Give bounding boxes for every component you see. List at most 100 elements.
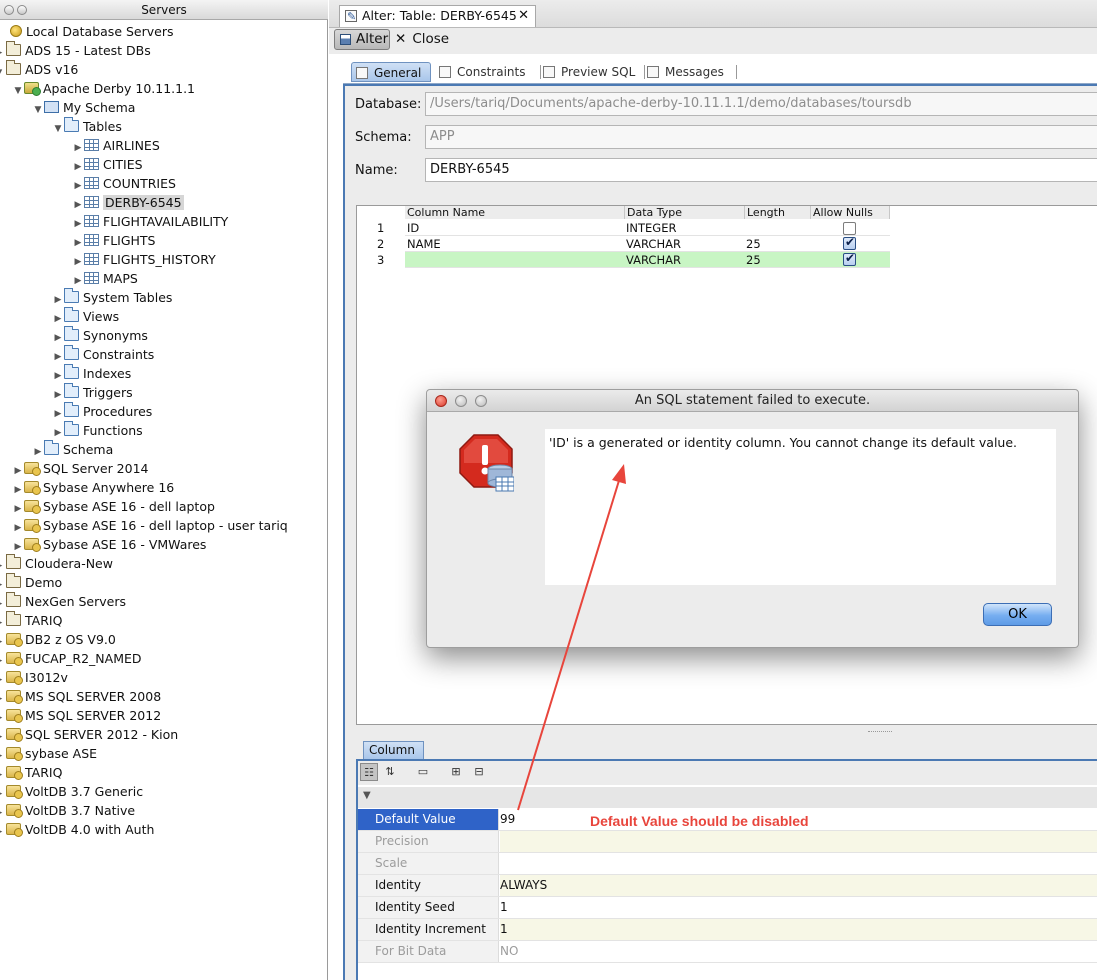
- property-value[interactable]: 1: [500, 919, 1097, 940]
- tree-item[interactable]: ▶ FLIGHTAVAILABILITY: [72, 212, 229, 231]
- tree-item[interactable]: ▶ CITIES: [72, 155, 143, 174]
- panel-close-icon[interactable]: [4, 5, 14, 15]
- tree-item[interactable]: ▶ Procedures: [52, 402, 152, 421]
- splitter-handle[interactable]: [868, 731, 892, 733]
- tree-item[interactable]: ▶ Sybase ASE 16 - VMWares: [12, 535, 206, 554]
- tree-item[interactable]: ▶ SQL Server 2014: [12, 459, 149, 478]
- cell-column-name[interactable]: NAME: [405, 236, 625, 252]
- tree-item[interactable]: ▼ Tables: [52, 117, 122, 136]
- categorized-icon[interactable]: ☷: [360, 763, 378, 781]
- tree-item[interactable]: ▶ Sybase Anywhere 16: [12, 478, 174, 497]
- expand-arrow-icon[interactable]: ▼: [32, 101, 44, 120]
- cell-data-type[interactable]: VARCHAR: [625, 252, 745, 268]
- property-toolbar: [358, 761, 1097, 785]
- alter-button[interactable]: Alter: [334, 29, 390, 50]
- column-header-length[interactable]: Length: [745, 206, 811, 219]
- tree-item[interactable]: ▸DB2 z OS V9.0: [0, 630, 116, 649]
- tab-preview-sql[interactable]: Preview SQL: [539, 62, 645, 82]
- expand-arrow-icon[interactable]: ▼: [52, 120, 64, 139]
- tree-item[interactable]: ▼ Apache Derby 10.11.1.1: [12, 79, 195, 98]
- expand-arrow-icon[interactable]: ▼: [12, 82, 24, 101]
- tab-column[interactable]: Column: [363, 741, 424, 759]
- tree-item[interactable]: ▶ MAPS: [72, 269, 138, 288]
- tree-item[interactable]: ▶ DERBY-6545: [72, 193, 184, 212]
- dialog-title: An SQL statement failed to execute.: [634, 393, 871, 408]
- tree-item[interactable]: ▶ System Tables: [52, 288, 172, 307]
- tree-item[interactable]: ▸VoltDB 4.0 with Auth: [0, 820, 154, 839]
- allow-nulls-checkbox[interactable]: [843, 251, 856, 266]
- tree-item[interactable]: ▶ Triggers: [52, 383, 133, 402]
- property-for-bit-data[interactable]: For Bit Data NO: [358, 941, 1097, 963]
- tree-item[interactable]: ▸SQL SERVER 2012 - Kion: [0, 725, 178, 744]
- expand-icon[interactable]: ⊞: [447, 763, 465, 781]
- tree-item[interactable]: ▶ COUNTRIES: [72, 174, 176, 193]
- panel-minimize-icon[interactable]: [17, 5, 27, 15]
- tab-constraints[interactable]: Constraints: [435, 62, 541, 82]
- tree-item[interactable]: ▸I3012v: [0, 668, 68, 687]
- ok-button[interactable]: OK: [983, 603, 1052, 626]
- tab-general[interactable]: General: [351, 62, 431, 82]
- cell-column-name[interactable]: [405, 252, 625, 268]
- column-header-type[interactable]: Data Type: [625, 206, 745, 219]
- tree-item[interactable]: ▸sybase ASE: [0, 744, 97, 763]
- folder-icon: [6, 611, 21, 626]
- database-icon: [6, 709, 23, 723]
- column-header-allow-nulls[interactable]: Allow Nulls: [811, 206, 890, 219]
- tree-item[interactable]: ▸ADS 15 - Latest DBs: [0, 41, 151, 60]
- tree-item[interactable]: ▶ Sybase ASE 16 - dell laptop: [12, 497, 215, 516]
- cell-column-name[interactable]: ID: [405, 220, 625, 236]
- cell-length[interactable]: [745, 220, 811, 236]
- sort-az-icon[interactable]: ⇅: [381, 763, 399, 781]
- tree-item[interactable]: ▸VoltDB 3.7 Generic: [0, 782, 143, 801]
- tree-item[interactable]: ▶ AIRLINES: [72, 136, 160, 155]
- property-value[interactable]: 1: [500, 897, 1097, 918]
- folder-icon: [6, 60, 21, 75]
- tree-item[interactable]: ▶ Functions: [52, 421, 143, 440]
- chevron-down-icon[interactable]: ▼: [363, 790, 371, 801]
- property-group[interactable]: ▼: [358, 787, 1097, 808]
- tree-item[interactable]: ▶ Schema: [32, 440, 113, 459]
- cell-length[interactable]: 25: [745, 252, 811, 268]
- tree-item[interactable]: ▸MS SQL SERVER 2012: [0, 706, 161, 725]
- tab-alter-table[interactable]: Alter: Table: DERBY-6545 ✕: [339, 5, 536, 27]
- tree-item[interactable]: ▶ Constraints: [52, 345, 154, 364]
- tree-item-label: Demo: [25, 575, 63, 590]
- tree-item[interactable]: ▶ FLIGHTS_HISTORY: [72, 250, 216, 269]
- tree-item[interactable]: ▸Cloudera-New: [0, 554, 113, 573]
- column-header-name[interactable]: Column Name: [405, 206, 625, 219]
- close-tab-icon[interactable]: ✕: [518, 6, 529, 26]
- tree-item[interactable]: ▶ FLIGHTS: [72, 231, 156, 250]
- tree-item-label: NexGen Servers: [25, 594, 126, 609]
- tab-messages[interactable]: Messages: [643, 62, 737, 82]
- property-identity-seed[interactable]: Identity Seed 1: [358, 897, 1097, 919]
- cell-data-type[interactable]: VARCHAR: [625, 236, 745, 252]
- collapse-icon[interactable]: ⊟: [470, 763, 488, 781]
- property-identity[interactable]: Identity ALWAYS: [358, 875, 1097, 897]
- properties-icon[interactable]: ▭: [414, 763, 432, 781]
- property-identity-increment[interactable]: Identity Increment 1: [358, 919, 1097, 941]
- cell-data-type[interactable]: INTEGER: [625, 220, 745, 236]
- tree-item[interactable]: ▸VoltDB 3.7 Native: [0, 801, 135, 820]
- property-value[interactable]: ALWAYS: [500, 875, 1097, 896]
- tree-item[interactable]: ▸NexGen Servers: [0, 592, 126, 611]
- tree-item[interactable]: ▶ Sybase ASE 16 - dell laptop - user tari…: [12, 516, 288, 535]
- cell-length[interactable]: 25: [745, 236, 811, 252]
- tree-item[interactable]: ▸TARIQ: [0, 611, 62, 630]
- tree-item[interactable]: ▸Demo: [0, 573, 62, 592]
- allow-nulls-checkbox[interactable]: [843, 235, 856, 250]
- tree-item[interactable]: Local Database Servers: [0, 22, 174, 41]
- tree-item[interactable]: ▸FUCAP_R2_NAMED: [0, 649, 142, 668]
- property-precision[interactable]: Precision: [358, 831, 1097, 853]
- tree-item[interactable]: ▸MS SQL SERVER 2008: [0, 687, 161, 706]
- allow-nulls-checkbox[interactable]: [843, 222, 856, 235]
- tree-item[interactable]: ▶ Indexes: [52, 364, 131, 383]
- name-field[interactable]: DERBY-6545: [425, 158, 1097, 182]
- dialog-close-icon[interactable]: [435, 395, 447, 407]
- property-scale[interactable]: Scale: [358, 853, 1097, 875]
- tree-item[interactable]: ▼ My Schema: [32, 98, 136, 120]
- tree-item[interactable]: ▶ Synonyms: [52, 326, 148, 345]
- close-button[interactable]: ✕ Close: [395, 29, 449, 50]
- tree-item[interactable]: ▸TARIQ: [0, 763, 62, 782]
- tree-item[interactable]: ▶ Views: [52, 307, 119, 326]
- tree-item[interactable]: ▾ADS v16: [0, 60, 78, 79]
